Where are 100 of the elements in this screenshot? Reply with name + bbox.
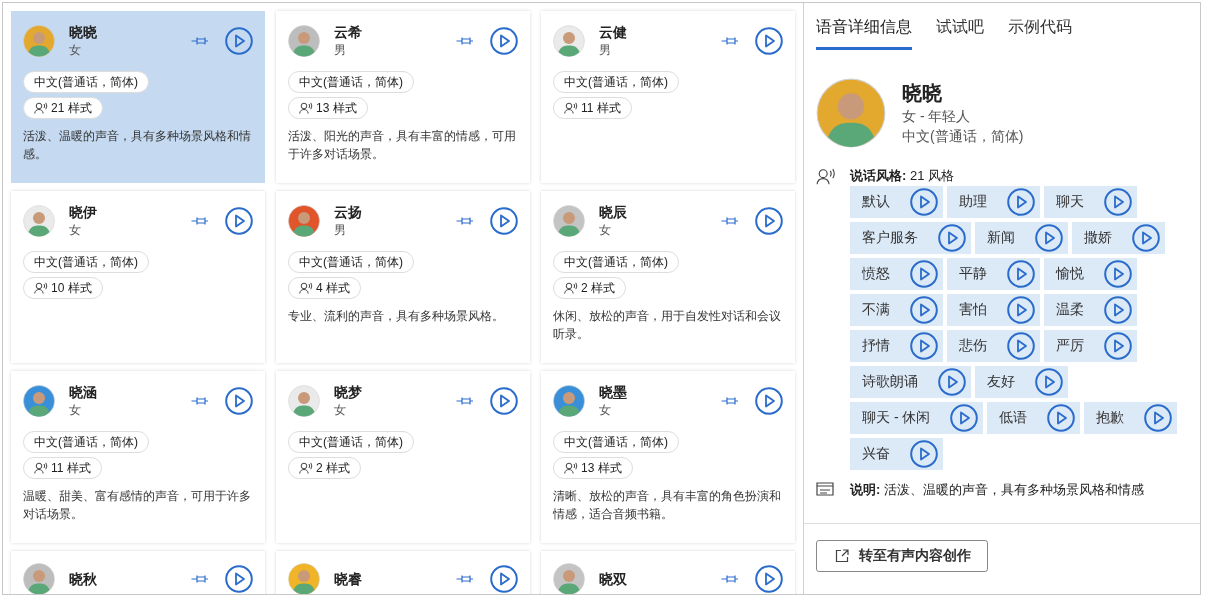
style-sample-button[interactable]: 默认 (850, 186, 943, 218)
style-count-tag: 21 样式 (23, 97, 103, 119)
style-sample-button[interactable]: 客户服务 (850, 222, 971, 254)
style-sample-button[interactable]: 聊天 (1044, 186, 1137, 218)
gender-age: 女 - 年轻人 (902, 107, 972, 126)
style-sample-button[interactable]: 兴奋 (850, 438, 943, 470)
voice-gender: 男 (334, 42, 347, 59)
play-icon (755, 565, 783, 593)
play-icon (490, 27, 518, 55)
style-sample-button[interactable]: 严厉 (1044, 330, 1137, 362)
pin-icon[interactable] (191, 36, 209, 46)
pin-icon[interactable] (456, 216, 474, 226)
play-button[interactable] (490, 565, 518, 593)
voice-gender: 女 (599, 402, 612, 419)
speaker-person-icon (299, 282, 313, 294)
pin-icon[interactable] (456, 396, 474, 406)
open-audio-creation-button[interactable]: 转至有声内容创作 (816, 540, 988, 572)
voice-card[interactable]: 云希 男 中文(普通话，简体) 13 样式 活泼、阳光的声音，具有丰富的情感，可用于许多对话场景。 (276, 11, 530, 183)
play-icon (1132, 224, 1160, 252)
voice-card[interactable]: 晓辰 女 中文(普通话，简体) 2 样式 休闲、放松的声音，用于自发性对话和会议听录。 (541, 191, 795, 363)
voice-card[interactable]: 晓梦 女 中文(普通话，简体) 2 样式 (276, 371, 530, 543)
voice-name: 晓涵 (69, 383, 98, 401)
play-button[interactable] (490, 387, 518, 415)
play-button[interactable] (225, 387, 253, 415)
style-sample-button[interactable]: 平静 (947, 258, 1040, 290)
voice-card[interactable]: 晓秋 (11, 551, 265, 594)
style-sample-button[interactable]: 不满 (850, 294, 943, 326)
open-external-icon (835, 549, 849, 563)
style-count-tag: 4 样式 (288, 277, 361, 299)
play-button[interactable] (755, 27, 783, 55)
voice-description: 清晰、放松的声音，具有丰富的角色扮演和情感，适合音频书籍。 (553, 488, 782, 523)
play-button[interactable] (225, 207, 253, 235)
speaker-person-icon (299, 462, 313, 474)
language-tag: 中文(普通话，简体) (288, 251, 414, 273)
voice-card[interactable]: 晓晓 女 中文(普通话，简体) 21 样式 活泼、温暖的声音，具有多种场景风格和情感。 (11, 11, 265, 183)
style-sample-button[interactable]: 聊天 - 休闲 (850, 402, 984, 434)
play-icon (1035, 368, 1063, 396)
play-button[interactable] (225, 565, 253, 593)
voice-card[interactable]: 晓涵 女 中文(普通话，简体) 11 样式 温暖、甜美、富有感情的声音，可用于许多对话场景。 (11, 371, 265, 543)
play-icon (1007, 296, 1035, 324)
voice-language: 中文(普通话，简体) (902, 127, 1024, 146)
play-button[interactable] (225, 27, 253, 55)
tab[interactable]: 语音详细信息 (816, 15, 912, 50)
speaker-person-icon (34, 102, 48, 114)
voice-description: 休闲、放松的声音，用于自发性对话和会议听录。 (553, 308, 782, 343)
voice-card[interactable]: 晓伊 女 中文(普通话，简体) 10 样式 (11, 191, 265, 363)
play-button[interactable] (755, 565, 783, 593)
voice-gender: 男 (334, 222, 347, 239)
voice-card[interactable]: 云健 男 中文(普通话，简体) 11 样式 (541, 11, 795, 183)
voice-card[interactable]: 晓睿 (276, 551, 530, 594)
play-button[interactable] (755, 387, 783, 415)
pin-icon[interactable] (191, 216, 209, 226)
voice-card[interactable]: 晓墨 女 中文(普通话，简体) 13 样式 清晰、放松的声音，具有丰富的角色扮演和情感，适合音频书籍。 (541, 371, 795, 543)
play-icon (910, 440, 938, 468)
style-sample-button[interactable]: 新闻 (975, 222, 1068, 254)
pin-icon[interactable] (456, 574, 474, 584)
play-button[interactable] (755, 207, 783, 235)
style-sample-button[interactable]: 愉悦 (1044, 258, 1137, 290)
style-sample-button[interactable]: 愤怒 (850, 258, 943, 290)
play-icon (950, 404, 979, 432)
speaker-person-icon (564, 282, 578, 294)
style-sample-button[interactable]: 低语 (987, 402, 1081, 434)
voice-card[interactable]: 晓双 (541, 551, 795, 594)
pin-icon[interactable] (721, 574, 739, 584)
style-sample-button[interactable]: 诗歌朗诵 (850, 366, 971, 398)
voice-name: 云扬 (334, 203, 363, 221)
style-sample-button[interactable]: 助理 (947, 186, 1040, 218)
play-icon (225, 27, 253, 55)
voice-gender: 女 (69, 222, 82, 239)
voice-card[interactable]: 云扬 男 中文(普通话，简体) 4 样式 专业、流利的声音，具有多种场景风格。 (276, 191, 530, 363)
pin-icon[interactable] (191, 396, 209, 406)
pin-icon[interactable] (721, 216, 739, 226)
play-icon (1104, 188, 1132, 216)
play-icon (490, 387, 518, 415)
pin-icon[interactable] (191, 574, 209, 584)
style-count-tag: 11 样式 (23, 457, 102, 479)
style-sample-button[interactable]: 抒情 (850, 330, 943, 362)
style-sample-button[interactable]: 友好 (975, 366, 1068, 398)
play-button[interactable] (490, 207, 518, 235)
play-icon (490, 207, 518, 235)
pin-icon[interactable] (721, 36, 739, 46)
play-icon (225, 207, 253, 235)
tab[interactable]: 试试吧 (936, 15, 984, 50)
voice-name: 晓晓 (902, 81, 943, 106)
play-icon (1047, 404, 1076, 432)
style-count-tag: 13 样式 (288, 97, 368, 119)
play-button[interactable] (490, 27, 518, 55)
play-icon (910, 188, 938, 216)
voice-description: 专业、流利的声音，具有多种场景风格。 (288, 308, 505, 325)
pin-icon[interactable] (456, 36, 474, 46)
play-icon (938, 224, 966, 252)
style-sample-button[interactable]: 悲伤 (947, 330, 1040, 362)
style-sample-button[interactable]: 撒娇 (1072, 222, 1165, 254)
voice-gender: 女 (599, 222, 612, 239)
pin-icon[interactable] (721, 396, 739, 406)
style-sample-button[interactable]: 温柔 (1044, 294, 1137, 326)
style-sample-button[interactable]: 抱歉 (1084, 402, 1178, 434)
style-sample-button[interactable]: 害怕 (947, 294, 1040, 326)
play-icon (225, 387, 253, 415)
tab[interactable]: 示例代码 (1008, 15, 1072, 50)
